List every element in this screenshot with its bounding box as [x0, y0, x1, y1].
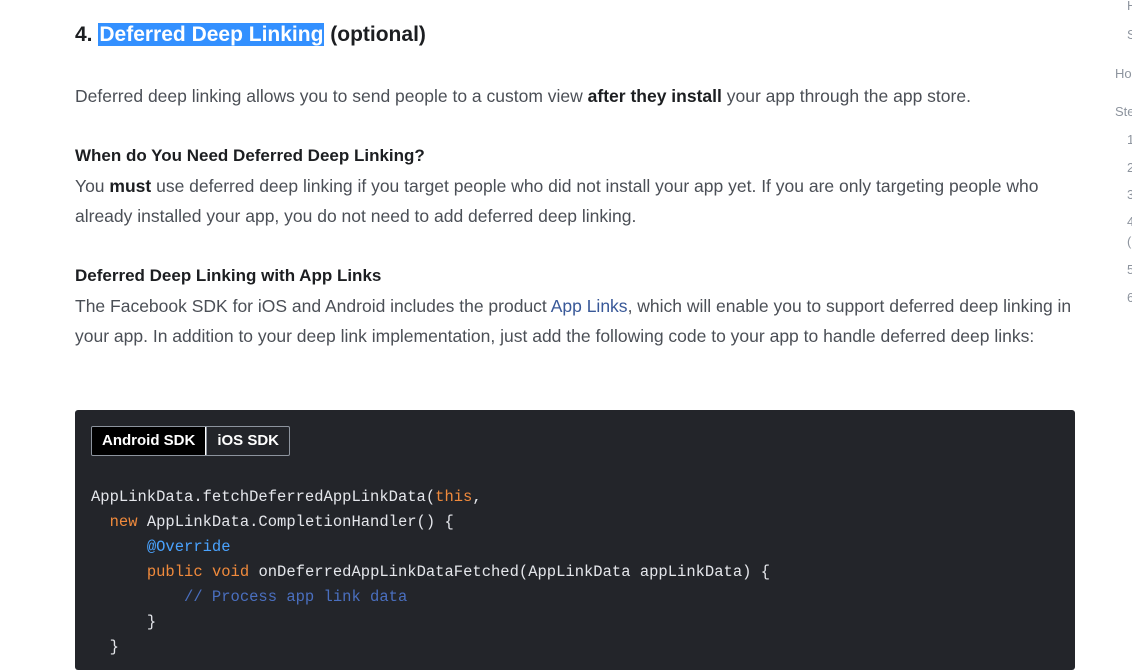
app-links-link[interactable]: App Links	[551, 296, 628, 316]
when-bold: must	[109, 176, 152, 196]
toc-item[interactable]: 6	[1127, 290, 1132, 305]
code-line-7: }	[109, 638, 119, 656]
code-line-1-end: ,	[472, 488, 482, 506]
code-sample-card: Android SDK iOS SDK AppLinkData.fetchDef…	[75, 410, 1075, 670]
toc-item[interactable]: (	[1127, 234, 1131, 249]
code-line-6: }	[146, 613, 157, 631]
toc-item[interactable]: Ho	[1115, 66, 1132, 81]
code-line-2: AppLinkData.CompletionHandler() {	[137, 513, 454, 531]
code-keyword-void: void	[211, 563, 250, 581]
app-links-text: The Facebook SDK for iOS and Android inc…	[75, 296, 551, 316]
tab-android-sdk[interactable]: Android SDK	[92, 427, 207, 455]
heading-highlight: Deferred Deep Linking	[98, 23, 325, 46]
toc-item[interactable]: 4	[1127, 214, 1132, 229]
intro-text: Deferred deep linking allows you to send…	[75, 86, 588, 106]
code-annotation: @Override	[146, 538, 231, 556]
sdk-tabs: Android SDK iOS SDK	[91, 426, 291, 456]
code-comment: // Process app link data	[184, 588, 408, 606]
code-line-4: onDeferredAppLinkDataFetched(AppLinkData…	[249, 563, 771, 581]
subheading-when: When do You Need Deferred Deep Linking?	[75, 146, 425, 165]
app-links-paragraph: The Facebook SDK for iOS and Android inc…	[75, 291, 1075, 351]
when-text: You	[75, 176, 110, 196]
intro-paragraph: Deferred deep linking allows you to send…	[75, 81, 971, 111]
intro-bold: after they install	[587, 86, 722, 106]
toc-item[interactable]: H	[1127, 0, 1132, 13]
section-heading: 4. Deferred Deep Linking (optional)	[75, 19, 426, 51]
toc-item[interactable]: 5	[1127, 262, 1132, 277]
intro-text-end: your app through the app store.	[721, 86, 971, 106]
toc-item[interactable]: Ste	[1115, 104, 1132, 119]
when-text-end: use deferred deep linking if you target …	[75, 176, 1039, 226]
toc-item[interactable]: 2	[1127, 160, 1132, 175]
table-of-contents-sidebar: H S Ho Ste 1 2 3 4 ( 5 6	[1115, 0, 1132, 649]
toc-item[interactable]: 1	[1127, 132, 1132, 147]
code-keyword-this: this	[435, 488, 473, 506]
code-block: AppLinkData.fetchDeferredAppLinkData(thi…	[91, 485, 770, 660]
heading-suffix: (optional)	[324, 23, 426, 46]
subheading-app-links: Deferred Deep Linking with App Links	[75, 266, 382, 285]
code-keyword-public: public	[146, 563, 203, 581]
toc-item[interactable]: 3	[1127, 187, 1132, 202]
toc-item[interactable]: S	[1127, 27, 1132, 42]
code-keyword-new: new	[109, 513, 138, 531]
tab-ios-sdk[interactable]: iOS SDK	[206, 427, 289, 455]
when-paragraph: You must use deferred deep linking if yo…	[75, 171, 1065, 231]
code-line-1: AppLinkData.fetchDeferredAppLinkData(	[91, 488, 436, 506]
heading-prefix: 4.	[75, 23, 99, 46]
